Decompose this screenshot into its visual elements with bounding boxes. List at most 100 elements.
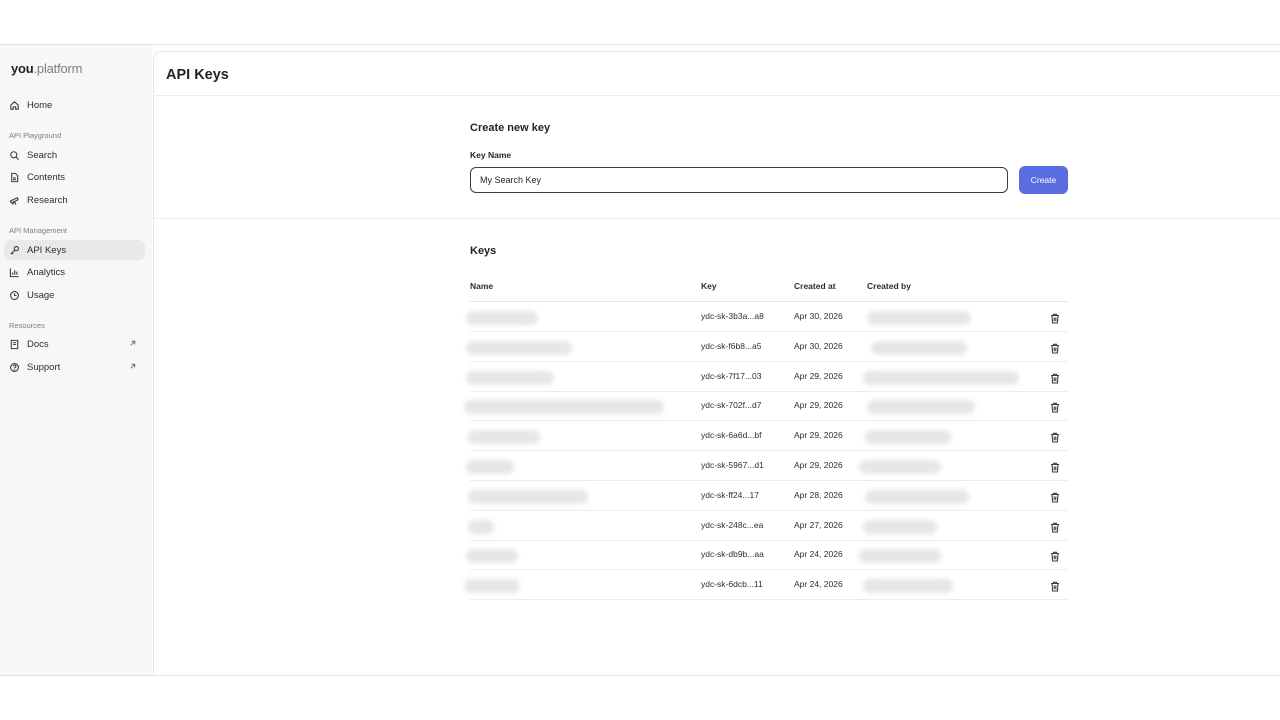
section-label-management: API Management [9,226,67,235]
sidebar-item-label: API Keys [27,244,67,256]
column-header-created-at: Created at [794,281,836,291]
redacted-name [466,311,538,325]
keys-title: Keys [470,245,497,257]
redacted-created-by [863,579,953,594]
sidebar-item-label: Support [27,361,61,373]
sidebar-item-label: Docs [27,338,49,350]
top-band [0,0,1280,45]
header-divider [154,95,1280,96]
section-divider [154,218,1280,219]
sidebar-item-support[interactable]: Support [4,357,145,377]
table-row: ydc-sk-3b3a...a8 Apr 30, 2026 [466,302,1068,332]
redacted-name [468,519,494,534]
created-at-cell: Apr 29, 2026 [794,430,843,441]
column-header-created-by: Created by [867,281,911,291]
key-cell: ydc-sk-702f...d7 [701,400,762,411]
key-cell: ydc-sk-3b3a...a8 [701,311,764,321]
sidebar-item-label: Home [27,99,53,111]
page-title: API Keys [166,67,229,83]
trash-icon[interactable] [1050,520,1060,533]
redacted-created-by [871,340,967,355]
redacted-name [464,579,520,594]
redacted-name [466,370,554,385]
redacted-name [464,400,664,415]
sidebar-item-label: Search [27,149,58,161]
trash-icon[interactable] [1050,430,1060,443]
sidebar-item-api-keys[interactable]: API Keys [4,240,145,260]
redacted-created-by [865,489,969,504]
home-icon [10,100,19,110]
sidebar-item-contents[interactable]: Contents [4,167,145,187]
telescope-icon [9,196,19,205]
trash-icon[interactable] [1050,400,1060,413]
bar-chart-icon [9,267,19,277]
created-at-cell: Apr 27, 2026 [794,519,843,530]
bottom-band [0,675,1280,720]
key-cell: ydc-sk-7f17...03 [701,370,762,381]
trash-icon[interactable] [1050,490,1060,503]
section-label-resources: Resources [9,321,45,330]
redacted-name [468,430,540,445]
logo[interactable]: you.platform [11,61,82,76]
trash-icon[interactable] [1050,549,1060,562]
created-at-cell: Apr 29, 2026 [794,460,843,470]
table-row: ydc-sk-f6b8...a5 Apr 30, 2026 [466,332,1068,362]
sidebar-item-label: Research [27,194,68,206]
created-at-cell: Apr 24, 2026 [794,579,843,590]
table-row: ydc-sk-db9b...aa Apr 24, 2026 [466,540,1068,571]
redacted-created-by [863,370,1019,385]
trash-icon[interactable] [1050,311,1060,324]
redacted-created-by [863,519,937,534]
external-link-icon [130,340,136,346]
key-cell: ydc-sk-db9b...aa [701,549,764,560]
redacted-created-by [865,430,951,445]
sidebar: you.platform Home API Playground Search … [0,45,152,675]
sidebar-item-home[interactable]: Home [4,95,145,115]
trash-icon[interactable] [1050,579,1060,592]
key-cell: ydc-sk-248c...ea [701,519,764,530]
column-header-key: Key [701,281,717,291]
redacted-created-by [859,549,941,564]
key-cell: ydc-sk-6a6d...bf [701,430,762,441]
trash-icon[interactable] [1050,371,1060,384]
created-at-cell: Apr 30, 2026 [794,340,843,351]
trash-icon[interactable] [1050,341,1060,354]
create-key-title: Create new key [470,122,551,134]
trash-icon[interactable] [1050,460,1060,473]
search-icon [10,150,20,160]
redacted-created-by [867,311,971,325]
key-cell: ydc-sk-f6b8...a5 [701,340,762,351]
created-at-cell: Apr 24, 2026 [794,549,843,560]
create-button[interactable]: Create [1019,166,1068,194]
redacted-created-by [859,460,941,474]
external-link-icon [130,363,136,369]
column-header-name: Name [470,281,494,291]
table-row: ydc-sk-702f...d7 Apr 29, 2026 [464,391,1068,422]
redacted-name [466,549,518,564]
key-cell: ydc-sk-5967...d1 [701,460,764,470]
redacted-name [466,340,572,355]
sidebar-item-label: Contents [27,171,66,183]
sidebar-item-docs[interactable]: Docs [4,334,145,354]
clock-icon [10,290,19,300]
key-name-label: Key Name [470,150,512,160]
sidebar-item-research[interactable]: Research [4,190,145,210]
key-name-input[interactable] [470,167,1008,193]
sidebar-item-search[interactable]: Search [4,145,145,165]
sidebar-item-analytics[interactable]: Analytics [4,262,145,282]
table-row: ydc-sk-248c...ea Apr 27, 2026 [468,511,1068,541]
redacted-created-by [867,400,975,415]
created-at-cell: Apr 29, 2026 [794,400,843,411]
sidebar-item-usage[interactable]: Usage [4,285,145,305]
table-row: ydc-sk-5967...d1 Apr 29, 2026 [466,451,1068,481]
created-at-cell: Apr 29, 2026 [794,370,843,381]
table-row: ydc-sk-ff24...17 Apr 28, 2026 [468,481,1068,511]
created-at-cell: Apr 28, 2026 [794,489,843,500]
redacted-name [468,489,588,504]
table-row: ydc-sk-6dcb...11 Apr 24, 2026 [464,570,1068,601]
sidebar-item-label: Usage [27,289,55,301]
key-cell: ydc-sk-ff24...17 [701,489,759,500]
created-at-cell: Apr 30, 2026 [794,311,843,321]
table-row: ydc-sk-6a6d...bf Apr 29, 2026 [468,421,1068,452]
help-circle-icon [10,362,19,372]
